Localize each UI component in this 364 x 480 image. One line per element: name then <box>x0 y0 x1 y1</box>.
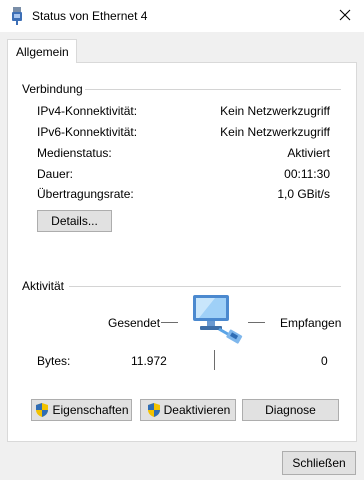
title-bar: Status von Ethernet 4 <box>0 0 364 32</box>
bytes-label: Bytes: <box>37 354 71 368</box>
network-computer-icon <box>193 295 243 344</box>
bytes-sent-value: 11.972 <box>131 354 167 368</box>
close-icon[interactable] <box>336 6 354 24</box>
duration-label: Dauer: <box>37 167 74 181</box>
sent-label: Gesendet <box>108 316 161 330</box>
uac-shield-icon <box>147 403 160 417</box>
ipv6-value: Kein Netzwerkzugriff <box>220 125 330 139</box>
ipv4-value: Kein Netzwerkzugriff <box>220 104 330 118</box>
close-button[interactable]: Schließen <box>282 451 356 475</box>
ipv6-label: IPv6-Konnektivität: <box>37 125 138 139</box>
diagnose-button-label: Diagnose <box>265 403 316 417</box>
activity-divider <box>69 286 341 287</box>
received-label: Empfangen <box>280 316 342 330</box>
tab-label: Allgemein <box>16 45 69 59</box>
speed-label: Übertragungsrate: <box>37 187 134 201</box>
details-button-label: Details... <box>51 214 98 228</box>
activity-heading: Aktivität <box>22 279 65 293</box>
duration-value: 00:11:30 <box>284 167 330 181</box>
disable-button[interactable]: Deaktivieren <box>140 399 236 421</box>
details-button[interactable]: Details... <box>37 210 112 232</box>
uac-shield-icon <box>36 403 49 417</box>
properties-button[interactable]: Eigenschaften <box>31 399 132 421</box>
diagnose-button[interactable]: Diagnose <box>242 399 339 421</box>
media-status-label: Medienstatus: <box>37 146 112 160</box>
connection-divider <box>85 89 341 90</box>
ipv4-label: IPv4-Konnektivität: <box>37 104 138 118</box>
activity-separator <box>214 350 215 370</box>
media-status-value: Aktiviert <box>287 146 330 160</box>
window-title: Status von Ethernet 4 <box>32 9 148 23</box>
sent-dash <box>161 322 178 323</box>
bytes-received-value: 0 <box>321 354 328 368</box>
properties-button-label: Eigenschaften <box>52 403 129 417</box>
tab-panel <box>7 62 357 442</box>
connection-heading: Verbindung <box>22 82 83 96</box>
close-button-label: Schließen <box>292 456 346 470</box>
speed-value: 1,0 GBit/s <box>277 187 330 201</box>
received-dash <box>248 322 265 323</box>
disable-button-label: Deaktivieren <box>163 403 231 417</box>
tab-allgemein[interactable]: Allgemein <box>7 39 77 63</box>
network-adapter-icon <box>12 7 22 25</box>
